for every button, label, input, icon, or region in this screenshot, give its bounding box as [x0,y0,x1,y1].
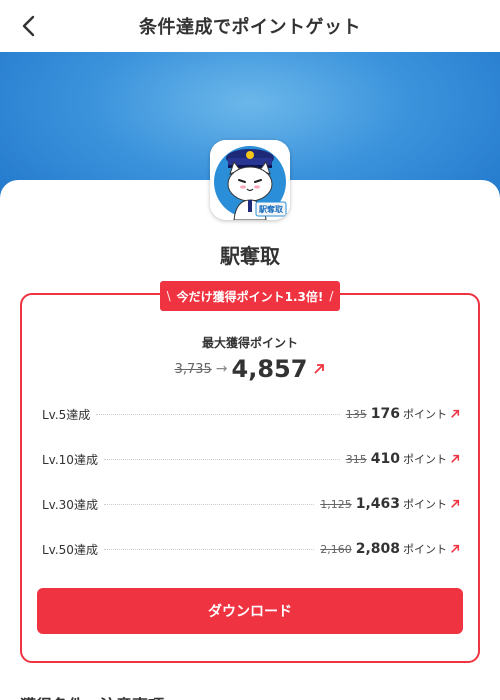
level-row-lv5: Lv.5達成 135 176 ポイント [42,404,460,424]
max-points-old: 3,735 [174,361,212,377]
promo-text: 今だけ獲得ポイント1.3倍! [176,289,324,304]
arrow-up-right-icon [451,544,460,553]
max-points-new: 4,857 [231,355,308,383]
level-new-points: 176 [370,406,400,422]
download-button[interactable]: ダウンロード [37,588,463,634]
level-label: Lv.5達成 [42,407,91,422]
app-icon: 駅奪取 [210,140,290,220]
dotted-leader [103,458,340,460]
max-points-row: 3,735 → 4,857 [0,352,500,386]
level-label: Lv.50達成 [42,542,98,557]
level-row-lv50: Lv.50達成 2,160 2,808 ポイント [42,539,460,559]
arrow-up-right-icon [451,499,460,508]
level-new-points: 410 [370,451,400,467]
promo-left-mark: \ [166,289,171,303]
level-old-points: 1,125 [320,497,352,511]
level-unit: ポイント [403,408,447,421]
level-old-points: 135 [345,407,367,421]
promo-right-mark: / [329,289,334,303]
page-title: 条件達成でポイントゲット [139,17,361,38]
level-row-lv10: Lv.10達成 315 410 ポイント [42,449,460,469]
level-unit: ポイント [403,498,447,511]
level-label: Lv.10達成 [42,452,98,467]
arrow-up-right-icon [314,364,325,374]
conditions-section-title: 獲得条件・注意事項 [20,692,164,700]
dotted-leader [96,413,340,415]
app-name: 駅奪取 [220,244,280,268]
arrow-up-right-icon [451,454,460,463]
level-old-points: 2,160 [320,542,352,556]
promo-badge: \ 今だけ獲得ポイント1.3倍! / [160,281,340,311]
police-cat-icon: 駅奪取 [210,140,290,220]
dotted-leader [103,548,315,550]
app-logo-text: 駅奪取 [259,204,283,214]
level-unit: ポイント [403,543,447,556]
level-unit: ポイント [403,453,447,466]
back-chevron-icon[interactable] [16,12,44,40]
level-old-points: 315 [345,452,367,466]
level-new-points: 2,808 [355,541,400,557]
arrow-up-right-icon [451,409,460,418]
level-label: Lv.30達成 [42,497,98,512]
arrow-right-icon: → [215,361,228,377]
header-bar: 条件達成でポイントゲット [0,0,500,52]
dotted-leader [103,503,315,505]
max-points-label: 最大獲得ポイント [201,336,298,350]
level-row-lv30: Lv.30達成 1,125 1,463 ポイント [42,494,460,514]
level-new-points: 1,463 [355,496,400,512]
